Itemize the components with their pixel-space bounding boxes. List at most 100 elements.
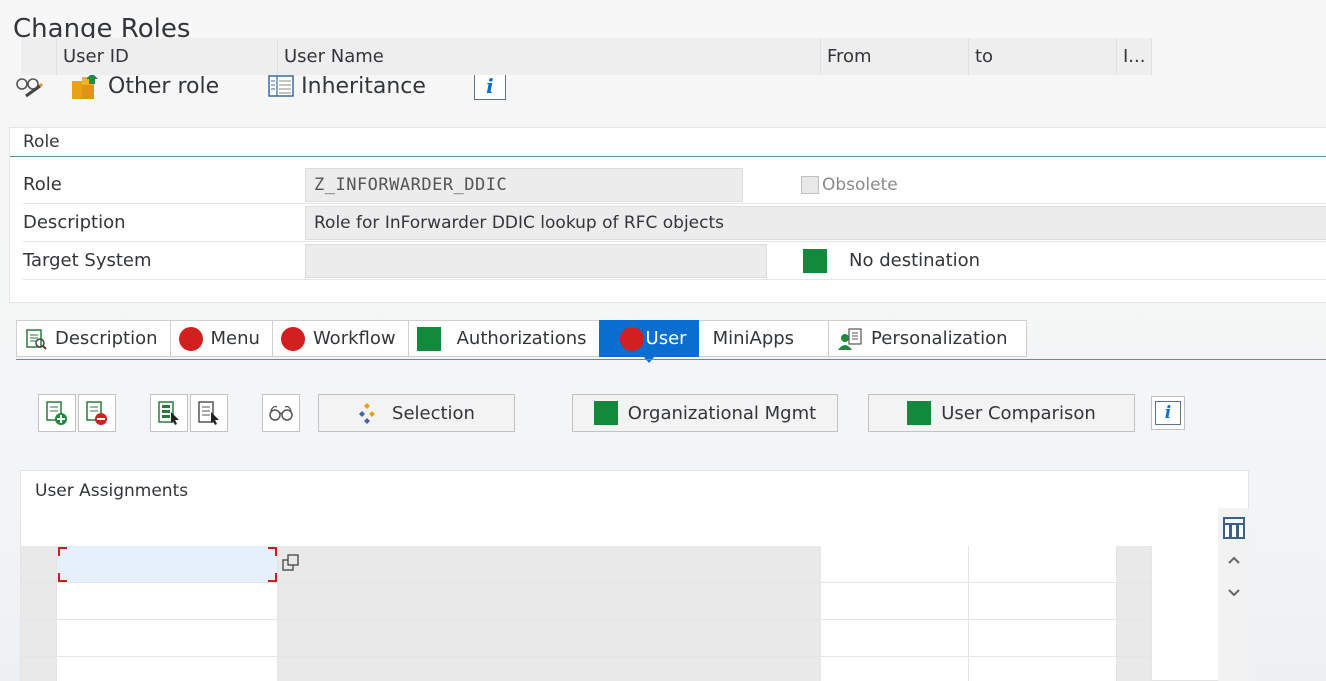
target-system-row: Target System No destination	[23, 242, 1326, 280]
column-settings-icon	[1223, 517, 1245, 539]
selection-button[interactable]: Selection	[318, 394, 515, 432]
role-panel: Role Role Z_INFORWARDER_DDIC Obsolete De…	[9, 127, 1326, 303]
select-all-button[interactable]	[150, 394, 188, 432]
tab-user[interactable]: User	[598, 320, 699, 363]
indicator-cell	[1117, 620, 1152, 657]
organizational-mgmt-button[interactable]: Organizational Mgmt	[572, 394, 838, 432]
tab-menu[interactable]: Menu	[169, 320, 272, 357]
user-id-input[interactable]	[57, 583, 278, 620]
role-panel-header: Role	[10, 128, 1326, 157]
user-comparison-button[interactable]: User Comparison	[868, 394, 1135, 432]
info-button[interactable]: i	[473, 72, 506, 100]
obsolete-checkbox[interactable]: Obsolete	[801, 175, 898, 195]
tab-miniapps[interactable]: MiniApps	[698, 320, 829, 357]
to-date-input[interactable]	[969, 583, 1117, 620]
personalization-icon	[837, 327, 863, 351]
tab-label: MiniApps	[712, 328, 795, 349]
glasses-icon	[269, 405, 293, 421]
insert-row-button[interactable]	[38, 394, 76, 432]
user-name-cell	[278, 620, 821, 657]
role-row: Role Z_INFORWARDER_DDIC Obsolete	[23, 166, 1326, 204]
to-date-input[interactable]	[969, 657, 1117, 681]
value-help-icon[interactable]	[282, 554, 300, 576]
description-row: Description Role for InForwarder DDIC lo…	[23, 204, 1326, 242]
chevron-up-icon	[1228, 556, 1240, 564]
scroll-up-button[interactable]	[1226, 552, 1242, 566]
row-selector[interactable]	[21, 546, 57, 583]
user-id-input[interactable]	[57, 620, 278, 657]
tab-workflow[interactable]: Workflow	[271, 320, 408, 357]
destination-status-icon	[803, 248, 827, 273]
green-status-icon	[416, 326, 441, 351]
user-id-input[interactable]	[57, 657, 278, 681]
display-change-button[interactable]	[14, 74, 50, 98]
column-header-label: User Name	[284, 46, 384, 67]
column-header-label: to	[975, 46, 994, 67]
user-id-input[interactable]	[57, 546, 278, 583]
tab-label: Description	[55, 328, 158, 349]
glasses-pencil-icon	[14, 74, 44, 98]
target-system-field[interactable]	[305, 243, 767, 278]
description-label: Description	[23, 212, 126, 233]
delete-row-button[interactable]	[78, 394, 116, 432]
inheritance-button[interactable]: Inheritance	[267, 73, 426, 99]
description-icon	[25, 328, 47, 350]
info-icon: i	[1155, 401, 1181, 425]
table-title: User Assignments	[35, 481, 189, 501]
user-name-cell	[278, 657, 821, 681]
column-header-from[interactable]: From	[821, 38, 969, 75]
column-header-to[interactable]: to	[969, 38, 1117, 75]
row-selector[interactable]	[21, 583, 57, 620]
description-field[interactable]: Role for InForwarder DDIC lookup of RFC …	[305, 205, 1326, 240]
column-header-indicator[interactable]: I...	[1117, 38, 1152, 75]
focus-corners-icon	[58, 547, 277, 582]
inheritance-icon	[267, 73, 295, 99]
from-date-input[interactable]	[821, 546, 969, 583]
info-icon: i	[486, 74, 494, 98]
from-date-input[interactable]	[821, 583, 969, 620]
deselect-all-button[interactable]	[190, 394, 228, 432]
row-selector-header	[21, 38, 57, 75]
from-date-input[interactable]	[821, 620, 969, 657]
green-status-icon	[907, 401, 932, 425]
column-header-user-name[interactable]: User Name	[278, 38, 821, 75]
delete-row-icon	[86, 401, 107, 425]
red-status-icon	[178, 326, 203, 351]
other-role-button[interactable]: Other role	[70, 71, 219, 101]
deselect-all-icon	[198, 401, 219, 425]
column-header-label: From	[827, 46, 872, 67]
inheritance-label: Inheritance	[301, 73, 426, 99]
row-selector[interactable]	[21, 657, 57, 681]
row-selector[interactable]	[21, 620, 57, 657]
insert-row-icon	[46, 401, 67, 425]
tab-description[interactable]: Description	[16, 320, 170, 357]
other-role-label: Other role	[108, 73, 220, 99]
tab-personalization[interactable]: Personalization	[828, 320, 1027, 357]
scroll-down-button[interactable]	[1226, 585, 1242, 599]
details-button[interactable]	[262, 394, 300, 432]
target-system-label: Target System	[23, 250, 152, 271]
tab-label: Personalization	[871, 328, 1008, 349]
tab-strip: Description Menu Workflow Authorizations…	[16, 320, 1027, 363]
column-header-user-id[interactable]: User ID	[57, 38, 278, 75]
tab-authorizations[interactable]: Authorizations	[407, 320, 599, 357]
obsolete-label: Obsolete	[822, 174, 898, 195]
red-status-icon	[619, 326, 644, 351]
to-date-input[interactable]	[969, 546, 1117, 583]
chevron-down-icon	[1228, 589, 1240, 597]
column-header-label: I...	[1123, 46, 1146, 67]
tab-underline	[16, 359, 1326, 360]
info-button[interactable]: i	[1151, 396, 1185, 430]
select-all-icon	[158, 401, 179, 425]
selection-label: Selection	[392, 402, 475, 424]
user-name-cell	[278, 546, 821, 583]
role-label: Role	[23, 174, 62, 195]
tab-label: Authorizations	[456, 328, 587, 349]
checkbox-icon	[801, 175, 819, 194]
role-field[interactable]: Z_INFORWARDER_DDIC	[305, 167, 743, 202]
indicator-cell	[1117, 657, 1152, 681]
to-date-input[interactable]	[969, 620, 1117, 657]
destination-status-text: No destination	[849, 250, 981, 271]
from-date-input[interactable]	[821, 657, 969, 681]
column-settings-button[interactable]	[1222, 516, 1246, 540]
